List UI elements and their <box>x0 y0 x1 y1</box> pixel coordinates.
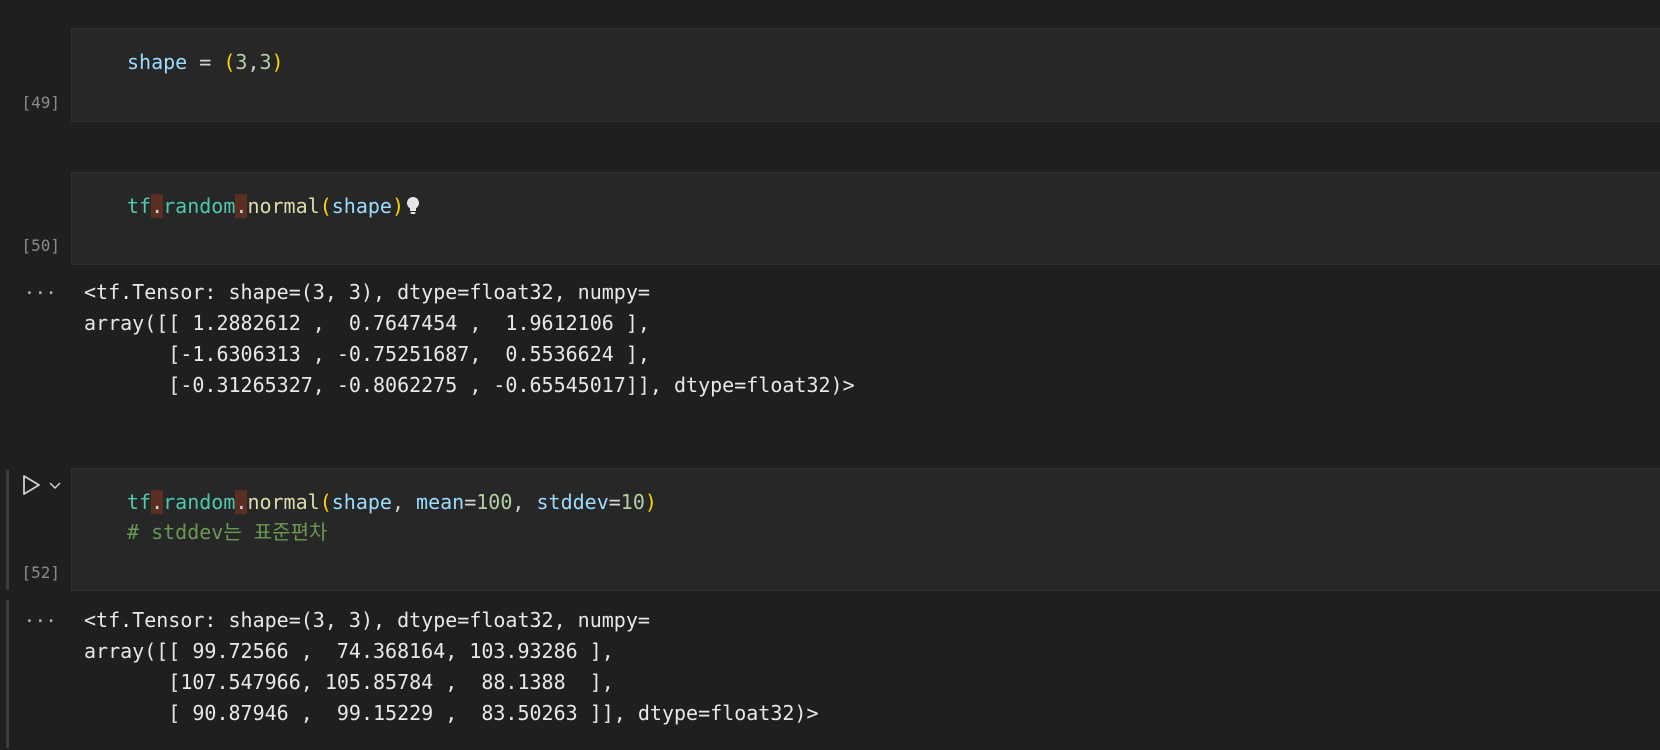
code-token: shape <box>127 50 188 74</box>
run-icon[interactable] <box>20 474 42 496</box>
notebook-editor: shape = (3,3) [49] tf.random.normal(shap… <box>0 0 1660 750</box>
output-line: array([[ 1.2882612 , 0.7647454 , 1.96121… <box>84 311 650 335</box>
execution-count: [50] <box>21 236 60 255</box>
output-line: <tf.Tensor: shape=(3, 3), dtype=float32,… <box>84 280 650 304</box>
lightbulb-icon[interactable] <box>404 195 422 215</box>
code-comment[interactable]: # stddev는 표준편차 <box>127 518 327 546</box>
output-more-icon[interactable]: ··· <box>24 284 57 304</box>
code-token: 10 <box>620 490 645 514</box>
code-token: shape <box>331 490 392 514</box>
output-focus-indicator <box>6 600 9 748</box>
code-token: normal <box>247 194 320 218</box>
code-line[interactable]: tf.random.normal(shape) <box>127 192 422 220</box>
code-token: . <box>151 194 164 218</box>
code-token: = <box>608 490 621 514</box>
code-token: mean <box>416 490 465 514</box>
output-line: [107.547966, 105.85784 , 88.1388 ], <box>84 670 614 694</box>
code-token: shape <box>331 194 392 218</box>
code-token: ( <box>319 490 332 514</box>
code-token: = <box>187 50 224 74</box>
code-token: , <box>247 50 260 74</box>
code-token: . <box>235 194 248 218</box>
code-token: normal <box>247 490 320 514</box>
code-token: random <box>163 490 236 514</box>
code-token: ) <box>271 50 284 74</box>
run-controls <box>20 472 70 498</box>
chevron-down-icon[interactable] <box>48 478 62 492</box>
execution-count: [52] <box>21 563 60 582</box>
code-line[interactable]: shape = (3,3) <box>127 48 284 76</box>
code-token: random <box>163 194 236 218</box>
code-token: stddev <box>536 490 609 514</box>
code-token: , <box>391 490 417 514</box>
output-line: <tf.Tensor: shape=(3, 3), dtype=float32,… <box>84 608 650 632</box>
code-token: , <box>512 490 537 514</box>
code-token: ) <box>391 194 404 218</box>
code-token: . <box>235 490 248 514</box>
code-token: ( <box>319 194 332 218</box>
output-line: [-0.31265327, -0.8062275 , -0.65545017]]… <box>84 373 855 397</box>
output-line: array([[ 99.72566 , 74.368164, 103.93286… <box>84 639 614 663</box>
code-token: ( <box>223 50 236 74</box>
code-line[interactable]: tf.random.normal(shape, mean=100, stddev… <box>127 488 657 516</box>
code-token: 3 <box>235 50 248 74</box>
code-token: ) <box>644 490 657 514</box>
code-token: 100 <box>476 490 513 514</box>
code-token: . <box>151 490 164 514</box>
code-token: 3 <box>259 50 272 74</box>
execution-count: [49] <box>21 93 60 112</box>
code-cell-49[interactable] <box>71 28 1660 122</box>
code-token: = <box>464 490 477 514</box>
output-more-icon[interactable]: ··· <box>24 612 57 632</box>
code-token: tf <box>127 194 152 218</box>
output-line: [ 90.87946 , 99.15229 , 83.50263 ]], dty… <box>84 701 819 725</box>
code-token: tf <box>127 490 152 514</box>
output-line: [-1.6306313 , -0.75251687, 0.5536624 ], <box>84 342 650 366</box>
